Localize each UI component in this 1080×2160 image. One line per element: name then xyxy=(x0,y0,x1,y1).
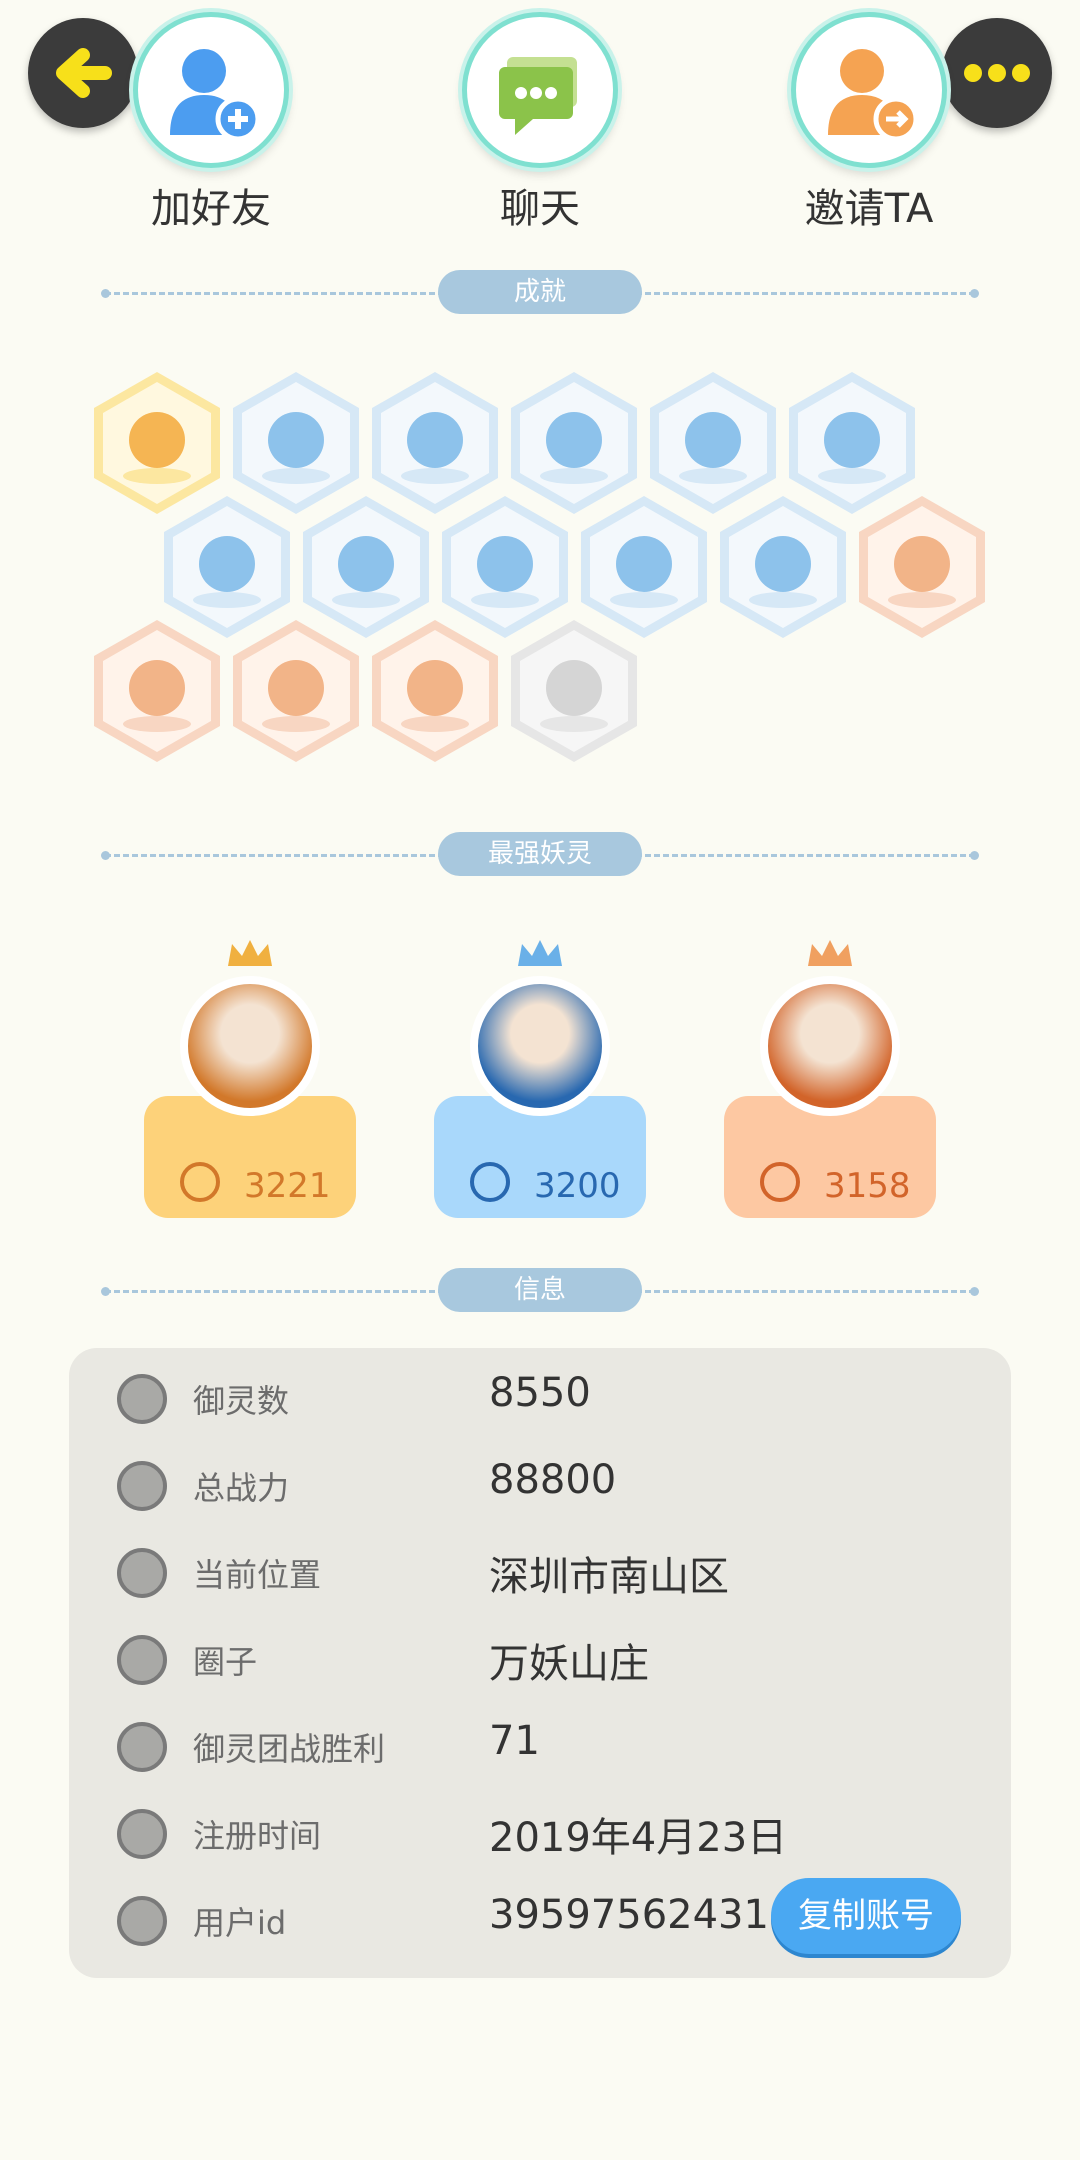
sword-icon xyxy=(470,1162,510,1202)
info-label: 用户id xyxy=(193,1904,287,1942)
info-label: 注册时间 xyxy=(193,1817,322,1855)
info-row-user-id: 用户id 39597562431 复制账号 xyxy=(69,1878,1011,1968)
info-value: 2019年4月23日 xyxy=(489,1815,788,1861)
info-value: 万妖山庄 xyxy=(489,1641,649,1687)
copy-account-button[interactable]: 复制账号 xyxy=(771,1878,961,1954)
more-dots-icon xyxy=(964,64,1030,82)
section-title-info: 信息 xyxy=(438,1268,642,1312)
add-friend-button[interactable]: 加好友 xyxy=(111,12,311,234)
info-row-battle-wins: 御灵团战胜利 71 xyxy=(69,1708,1011,1794)
sword-icon xyxy=(117,1461,167,1511)
spirit-avatar xyxy=(470,976,610,1116)
spirit-count-icon xyxy=(117,1374,167,1424)
invite-button[interactable]: 邀请TA xyxy=(769,12,969,234)
add-friend-label: 加好友 xyxy=(151,186,271,232)
crown-icon xyxy=(518,940,562,966)
info-card: 御灵数 8550 总战力 88800 当前位置 深圳市南山区 圈子 万妖山庄 御… xyxy=(69,1348,1011,1978)
crystal-badge-icon xyxy=(859,496,985,638)
invite-label: 邀请TA xyxy=(804,186,934,232)
location-pin-icon xyxy=(117,1548,167,1598)
info-row-total-power: 总战力 88800 xyxy=(69,1447,1011,1533)
info-label: 圈子 xyxy=(193,1643,258,1681)
koi-badge-icon xyxy=(233,620,359,762)
info-row-location: 当前位置 深圳市南山区 xyxy=(69,1534,1011,1620)
chat-button[interactable]: 聊天 xyxy=(440,12,640,234)
achievement-badge[interactable] xyxy=(227,616,365,766)
achievement-badge[interactable] xyxy=(505,616,643,766)
spirit-power-score: 3200 xyxy=(534,1166,621,1206)
info-value: 39597562431 xyxy=(489,1892,769,1938)
info-value: 71 xyxy=(489,1718,540,1764)
crown-icon xyxy=(808,940,852,966)
achievement-badge[interactable] xyxy=(714,492,852,642)
section-title-achievements: 成就 xyxy=(438,270,642,314)
spirit-avatar xyxy=(760,976,900,1116)
info-value: 8550 xyxy=(489,1370,591,1416)
battle-win-icon xyxy=(117,1722,167,1772)
info-value: 深圳市南山区 xyxy=(489,1554,729,1600)
chat-label: 聊天 xyxy=(500,186,580,232)
add-friend-icon xyxy=(170,49,261,142)
id-card-icon xyxy=(117,1896,167,1946)
info-label: 御灵数 xyxy=(193,1382,290,1420)
info-row-register-time: 注册时间 2019年4月23日 xyxy=(69,1795,1011,1881)
chat-icon xyxy=(499,57,577,135)
achievement-badge[interactable] xyxy=(853,492,991,642)
info-row-circle: 圈子 万妖山庄 xyxy=(69,1621,1011,1707)
info-value: 88800 xyxy=(489,1457,617,1503)
sword-icon xyxy=(180,1162,220,1202)
section-title-top-spirits: 最强妖灵 xyxy=(438,832,642,876)
info-label: 御灵团战胜利 xyxy=(193,1730,386,1768)
circle-target-icon xyxy=(117,1635,167,1685)
spirit-power-score: 3221 xyxy=(244,1166,331,1206)
crown-icon xyxy=(228,940,272,966)
sword-icon xyxy=(760,1162,800,1202)
info-label: 当前位置 xyxy=(193,1556,322,1594)
wolf-book-badge-icon xyxy=(511,620,637,762)
achievement-badge[interactable] xyxy=(88,616,226,766)
achievement-badge[interactable] xyxy=(366,616,504,766)
fox-badge-icon xyxy=(94,620,220,762)
invite-icon xyxy=(828,49,919,142)
figure-badge-icon xyxy=(720,496,846,638)
clock-icon xyxy=(117,1809,167,1859)
info-label: 总战力 xyxy=(193,1469,290,1507)
info-row-spirit-count: 御灵数 8550 xyxy=(69,1360,1011,1446)
demon-badge-icon xyxy=(372,620,498,762)
spirit-power-score: 3158 xyxy=(824,1166,911,1206)
spirit-avatar xyxy=(180,976,320,1116)
